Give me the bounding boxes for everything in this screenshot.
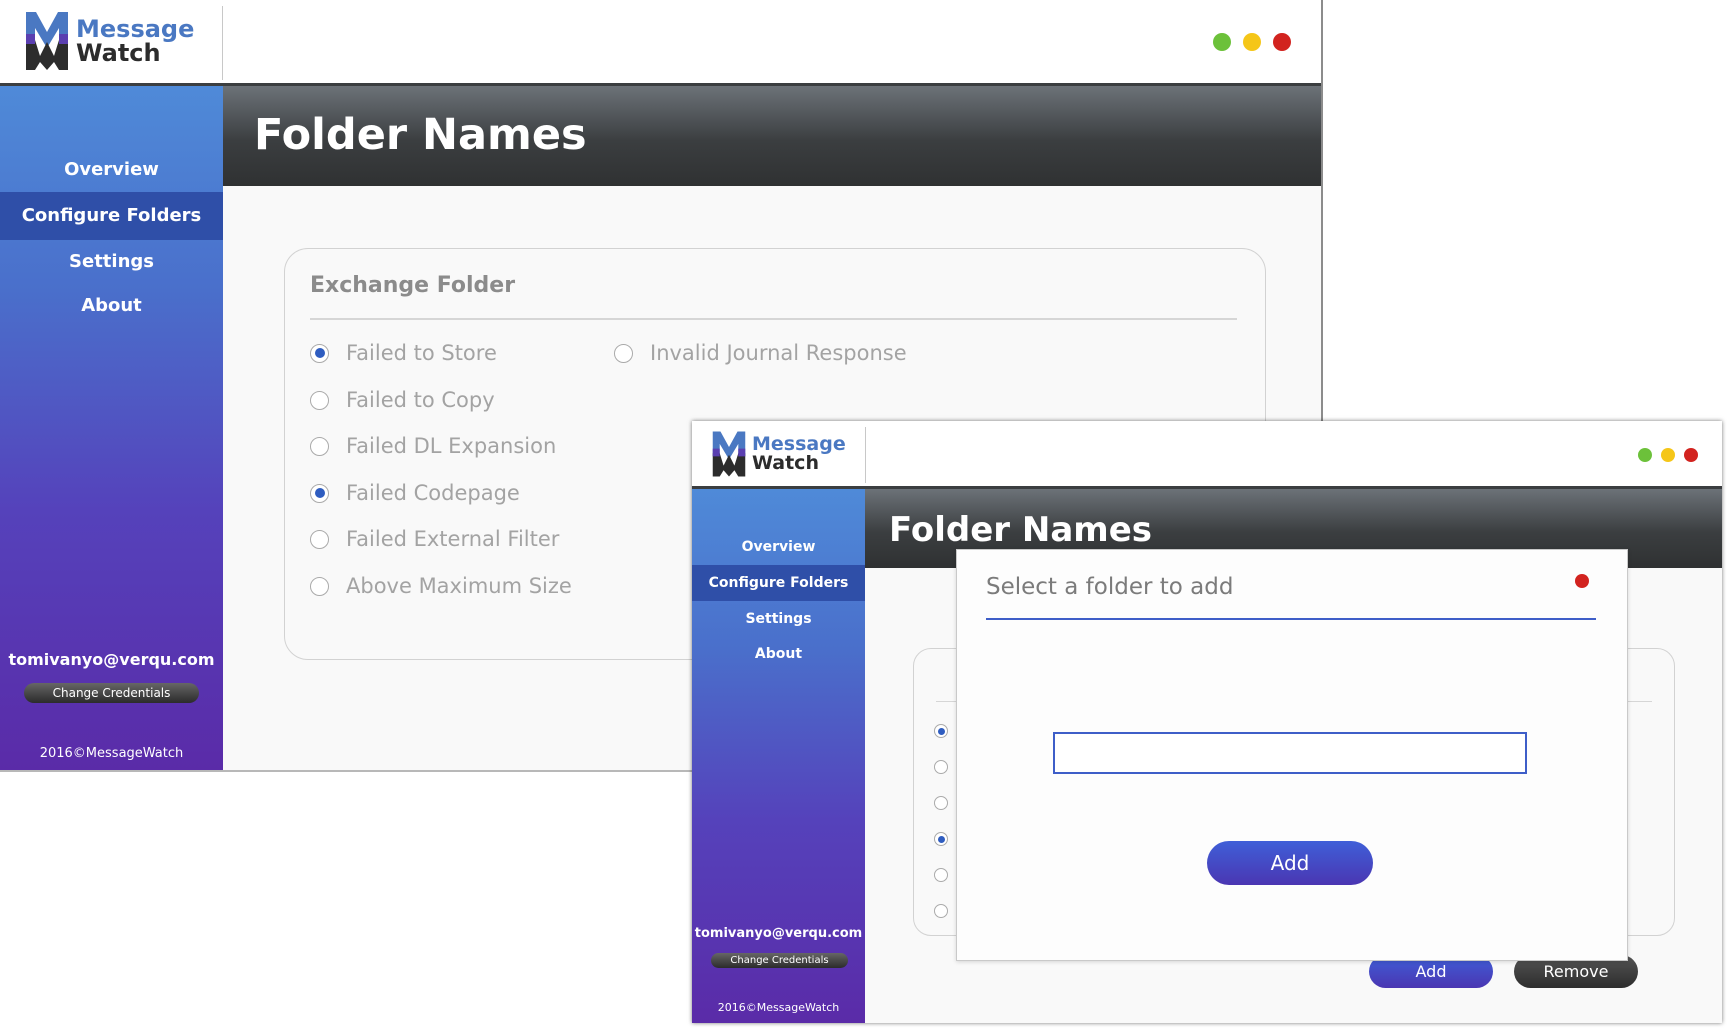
maximize-dot-button[interactable]: [1661, 448, 1675, 462]
change-credentials-button[interactable]: Change Credentials: [711, 953, 848, 968]
title-separator: [222, 6, 223, 80]
radio-unchecked-icon[interactable]: [934, 760, 948, 774]
change-credentials-button[interactable]: Change Credentials: [24, 683, 199, 703]
nav-configure-folders[interactable]: Configure Folders: [0, 192, 223, 240]
radio-unchecked-icon[interactable]: [934, 904, 948, 918]
dialog-add-button[interactable]: Add: [1207, 841, 1373, 885]
radio-checked-icon[interactable]: [310, 483, 329, 503]
option-above-maximum-size[interactable]: Above Maximum Size: [310, 574, 572, 598]
dialog-title: Select a folder to add: [986, 574, 1234, 600]
minimize-dot-button[interactable]: [1638, 448, 1652, 462]
nav-overview[interactable]: Overview: [0, 148, 223, 192]
nav-settings[interactable]: Settings: [692, 601, 865, 637]
option-label: Failed Codepage: [346, 481, 520, 505]
option-label: Invalid Journal Response: [650, 341, 907, 365]
user-email: tomivanyo@verqu.com: [8, 650, 215, 669]
radio-unchecked-icon[interactable]: [310, 529, 329, 549]
close-dot-button[interactable]: [1684, 448, 1698, 462]
radio-unchecked-icon[interactable]: [934, 868, 948, 882]
radio-unchecked-icon[interactable]: [310, 436, 329, 456]
nav-about[interactable]: About: [0, 284, 223, 328]
option-label: Failed to Store: [346, 341, 497, 365]
option-failed-to-store[interactable]: Failed to Store: [310, 341, 497, 365]
page-title: Folder Names: [889, 510, 1152, 550]
option-failed-dl-expansion[interactable]: Failed DL Expansion: [310, 434, 556, 458]
folder-name-input[interactable]: [1053, 732, 1527, 774]
window-controls: [1638, 448, 1698, 462]
title-bar: Message Watch: [0, 0, 1321, 86]
copyright: 2016©MessageWatch: [717, 1001, 840, 1014]
logo-text-line2: Watch: [76, 39, 161, 67]
minimize-dot-button[interactable]: [1213, 33, 1231, 51]
copyright: 2016©MessageWatch: [39, 746, 184, 761]
option-failed-to-copy[interactable]: Failed to Copy: [310, 388, 495, 412]
option-label: Failed DL Expansion: [346, 434, 557, 458]
messagewatch-logo-icon: [26, 12, 68, 70]
messagewatch-logo-icon: [712, 431, 746, 477]
maximize-dot-button[interactable]: [1243, 33, 1261, 51]
logo-text-line1: Message: [76, 15, 195, 43]
option-label: Above Maximum Size: [346, 574, 572, 598]
dialog-title-underline: [986, 618, 1596, 620]
secondary-window: Message Watch Overview Configure Folders…: [692, 421, 1722, 1023]
app-logo: Message Watch: [711, 430, 846, 478]
sidebar: Overview Configure Folders Settings Abou…: [0, 86, 223, 770]
radio-unchecked-icon[interactable]: [310, 576, 329, 596]
radio-unchecked-icon[interactable]: [310, 390, 329, 410]
logo-text-line2: Watch: [752, 452, 819, 474]
title-separator: [865, 427, 866, 483]
sidebar: Overview Configure Folders Settings Abou…: [692, 489, 865, 1023]
title-bar: Message Watch: [692, 421, 1722, 489]
option-invalid-journal-response[interactable]: Invalid Journal Response: [614, 341, 907, 365]
close-dot-icon[interactable]: [1575, 574, 1589, 588]
panel-divider: [310, 318, 1237, 320]
radio-unchecked-icon[interactable]: [614, 343, 633, 363]
option-failed-external-filter[interactable]: Failed External Filter: [310, 527, 559, 551]
radio-checked-icon[interactable]: [310, 343, 329, 363]
panel-title: Exchange Folder: [310, 273, 516, 298]
nav-overview[interactable]: Overview: [692, 529, 865, 565]
window-controls: [1213, 33, 1291, 51]
radio-unchecked-icon[interactable]: [934, 796, 948, 810]
select-folder-dialog: Select a folder to add Add: [956, 549, 1628, 961]
close-dot-button[interactable]: [1273, 33, 1291, 51]
app-logo: Message Watch: [24, 10, 194, 72]
option-label: Failed External Filter: [346, 527, 560, 551]
option-failed-codepage[interactable]: Failed Codepage: [310, 481, 520, 505]
radio-checked-icon[interactable]: [934, 832, 948, 846]
nav-configure-folders[interactable]: Configure Folders: [692, 565, 865, 601]
nav-settings[interactable]: Settings: [0, 240, 223, 284]
user-email: tomivanyo@verqu.com: [694, 926, 863, 941]
radio-checked-icon[interactable]: [934, 724, 948, 738]
nav-about[interactable]: About: [692, 636, 865, 672]
option-label: Failed to Copy: [346, 388, 495, 412]
page-title: Folder Names: [254, 110, 587, 160]
page-header: Folder Names: [223, 86, 1321, 186]
